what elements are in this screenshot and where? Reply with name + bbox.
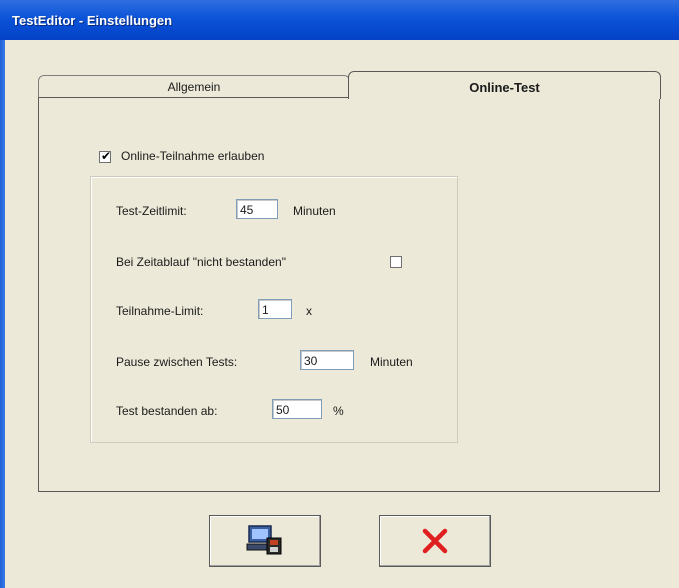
attempt-limit-input[interactable]: 1 bbox=[258, 299, 292, 319]
save-computer-icon bbox=[246, 525, 282, 555]
time-limit-input[interactable]: 45 bbox=[236, 199, 278, 219]
online-participation-checkbox[interactable]: ✔ bbox=[99, 149, 112, 163]
pass-threshold-unit: % bbox=[333, 404, 344, 418]
timeout-fail-label: Bei Zeitablauf "nicht bestanden" bbox=[116, 255, 286, 269]
red-x-icon bbox=[422, 528, 448, 554]
window-title: TestEditor - Einstellungen bbox=[12, 13, 173, 28]
pause-label: Pause zwischen Tests: bbox=[116, 355, 238, 369]
pause-input[interactable]: 30 bbox=[300, 350, 354, 370]
title-bar[interactable]: TestEditor - Einstellungen bbox=[0, 0, 679, 40]
tab-allgemein-label: Allgemein bbox=[167, 80, 221, 94]
attempt-limit-label: Teilnahme-Limit: bbox=[116, 304, 204, 318]
save-button[interactable] bbox=[209, 515, 321, 567]
pass-threshold-label: Test bestanden ab: bbox=[116, 404, 218, 418]
cancel-button[interactable] bbox=[379, 515, 491, 567]
checkmark-icon: ✔ bbox=[101, 149, 112, 163]
time-limit-label: Test-Zeitlimit: bbox=[116, 204, 187, 218]
online-participation-label: Online-Teilnahme erlauben bbox=[121, 149, 265, 163]
tab-online-test[interactable]: Online-Test bbox=[348, 71, 661, 99]
pause-unit: Minuten bbox=[370, 355, 413, 369]
attempt-limit-unit: x bbox=[306, 304, 312, 318]
tab-online-test-label: Online-Test bbox=[469, 80, 540, 95]
timeout-fail-checkbox[interactable] bbox=[390, 256, 402, 268]
settings-window: TestEditor - Einstellungen Allgemein Onl… bbox=[0, 0, 679, 588]
time-limit-unit: Minuten bbox=[293, 204, 336, 218]
window-border bbox=[0, 40, 5, 588]
online-test-panel: ✔ Online-Teilnahme erlauben Test-Zeitlim… bbox=[38, 97, 660, 492]
tab-allgemein[interactable]: Allgemein bbox=[38, 75, 350, 98]
pass-threshold-input[interactable]: 50 bbox=[272, 399, 322, 419]
